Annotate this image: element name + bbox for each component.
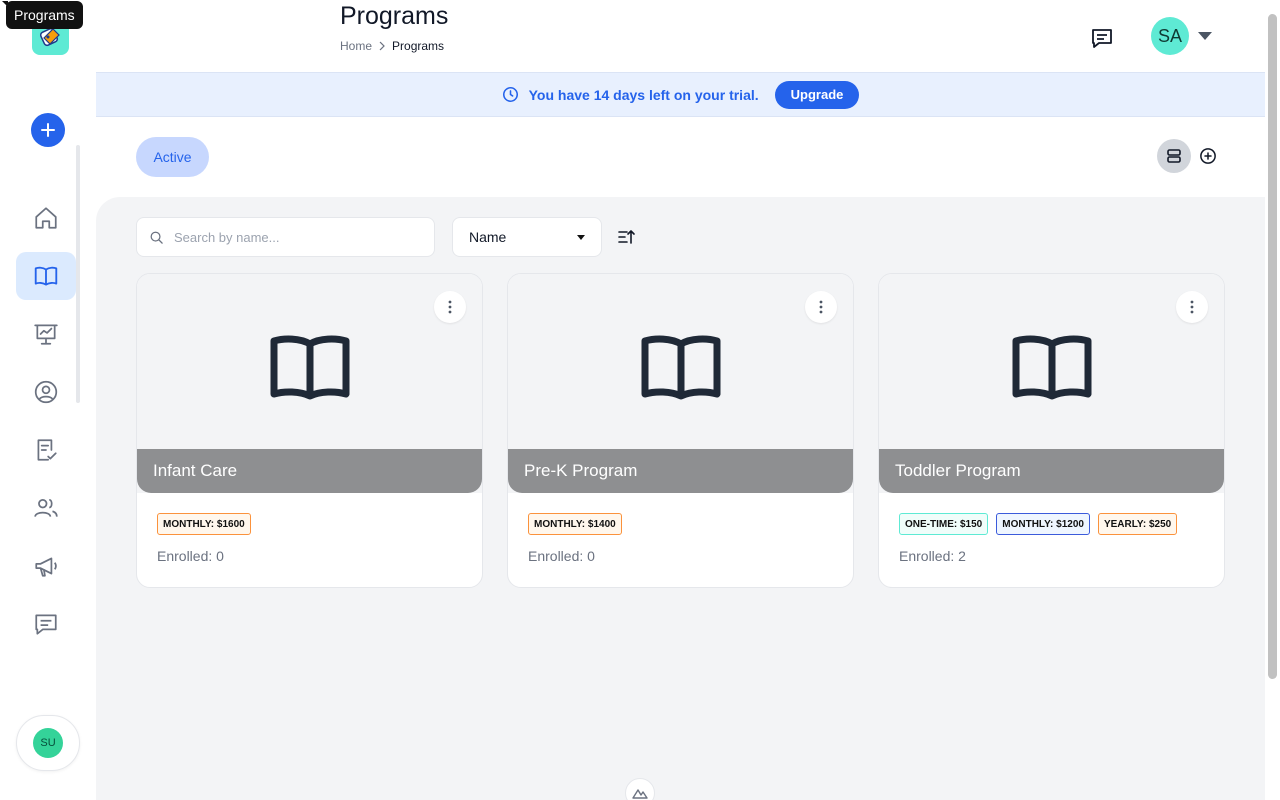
- user-circle-icon: [34, 380, 58, 404]
- sidebar-item-reports[interactable]: [16, 310, 76, 358]
- home-icon: [35, 207, 57, 229]
- search-input[interactable]: [174, 229, 414, 245]
- sidebar-item-tasks[interactable]: [16, 426, 76, 474]
- card-title-bar: Infant Care: [137, 449, 482, 493]
- card-title-bar: Pre-K Program: [508, 449, 853, 493]
- sidebar-item-announcements[interactable]: [16, 542, 76, 590]
- programs-tooltip: Programs: [2, 1, 83, 29]
- book-icon: [270, 335, 349, 400]
- caret-down-icon: [577, 234, 585, 240]
- sort-ascending-icon: [618, 230, 635, 244]
- chat-icon: [1092, 29, 1112, 48]
- program-card[interactable]: Infant Care MONTHLY: $1600 Enrolled: 0: [136, 273, 483, 588]
- book-icon: [1012, 335, 1091, 400]
- program-title: Toddler Program: [895, 461, 1021, 480]
- pricing-badges: MONTHLY: $1600: [157, 513, 251, 535]
- trial-banner: You have 14 days left on your trial. Upg…: [96, 72, 1265, 117]
- trial-banner-text: You have 14 days left on your trial.: [528, 86, 759, 103]
- sidebar-item-messages[interactable]: [16, 600, 76, 648]
- devtools-handle[interactable]: [625, 778, 655, 800]
- card-options-button[interactable]: [1176, 291, 1208, 323]
- list-view-icon: [1167, 149, 1181, 163]
- card-title-bar: Toddler Program: [879, 449, 1224, 493]
- sidebar-scrollbar[interactable]: [76, 145, 80, 403]
- sidebar-item-profile[interactable]: [16, 368, 76, 416]
- add-program-button[interactable]: [1198, 146, 1218, 166]
- page-scrollbar[interactable]: [1268, 14, 1277, 679]
- breadcrumb-home[interactable]: Home: [340, 39, 372, 53]
- tab-active[interactable]: Active: [136, 137, 209, 177]
- enrolled-count: Enrolled: 2: [899, 548, 966, 564]
- sort-select[interactable]: Name: [452, 217, 602, 257]
- price-badge: MONTHLY: $1200: [996, 513, 1090, 535]
- sidebar: SU: [0, 0, 96, 800]
- sidebar-item-home[interactable]: [16, 194, 76, 242]
- price-badge: YEARLY: $250: [1097, 513, 1178, 535]
- sidebar-item-users[interactable]: [16, 484, 76, 532]
- more-vertical-icon: [448, 300, 452, 314]
- more-vertical-icon: [819, 300, 823, 314]
- clipboard-check-icon: [37, 439, 57, 461]
- program-card[interactable]: Toddler Program ONE-TIME: $150 MONTHLY: …: [878, 273, 1225, 588]
- user-menu-button[interactable]: SU: [16, 715, 80, 771]
- price-badge: MONTHLY: $1400: [528, 513, 622, 535]
- pricing-badges: ONE-TIME: $150 MONTHLY: $1200 YEARLY: $2…: [899, 513, 1178, 535]
- clock-icon: [502, 86, 518, 103]
- user-avatar: SU: [33, 728, 63, 758]
- mountain-logo-icon: [632, 789, 648, 799]
- sort-select-value: Name: [469, 229, 507, 245]
- price-badge: MONTHLY: $1600: [157, 513, 251, 535]
- book-icon: [34, 266, 58, 286]
- add-button[interactable]: [31, 113, 65, 147]
- program-card[interactable]: Pre-K Program MONTHLY: $1400 Enrolled: 0: [507, 273, 854, 588]
- card-options-button[interactable]: [805, 291, 837, 323]
- price-badge: ONE-TIME: $150: [899, 513, 989, 535]
- view-toggle-button[interactable]: [1157, 139, 1191, 173]
- book-icon: [641, 335, 720, 400]
- sort-direction-button[interactable]: [617, 228, 637, 246]
- more-vertical-icon: [1190, 300, 1194, 314]
- search-icon: [150, 231, 163, 244]
- presentation-chart-icon: [34, 324, 58, 345]
- chevron-right-icon: [379, 41, 385, 51]
- programs-panel: Name Infant Care MONTHLY: $1600 Enrolled…: [96, 197, 1265, 800]
- plus-circle-icon: [1200, 148, 1216, 164]
- chat-icon: [35, 614, 57, 635]
- breadcrumb-current: Programs: [392, 39, 445, 53]
- sidebar-item-programs[interactable]: [16, 252, 76, 300]
- search-field[interactable]: [136, 217, 435, 257]
- upgrade-button[interactable]: Upgrade: [774, 80, 860, 109]
- chevron-down-icon[interactable]: [1198, 32, 1212, 40]
- breadcrumb: Home Programs: [340, 39, 444, 53]
- program-title: Pre-K Program: [524, 461, 638, 480]
- megaphone-icon: [35, 557, 57, 577]
- user-avatar[interactable]: SA: [1151, 17, 1189, 55]
- page-title: Programs: [340, 2, 449, 30]
- enrolled-count: Enrolled: 0: [157, 548, 224, 564]
- card-options-button[interactable]: [434, 291, 466, 323]
- plus-icon: [41, 123, 55, 137]
- users-icon: [34, 499, 58, 517]
- pricing-badges: MONTHLY: $1400: [528, 513, 622, 535]
- messages-button[interactable]: [1089, 25, 1115, 51]
- program-title: Infant Care: [153, 461, 238, 480]
- enrolled-count: Enrolled: 0: [528, 548, 595, 564]
